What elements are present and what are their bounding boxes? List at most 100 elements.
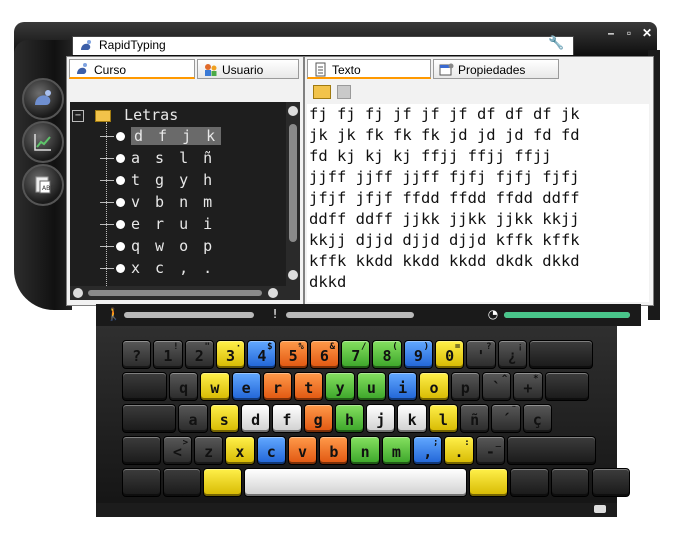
tab-propiedades[interactable]: Propiedades: [433, 59, 559, 79]
key-<[interactable]: > <: [162, 436, 192, 465]
key-blank[interactable]: [162, 468, 202, 497]
key-8[interactable]: (8: [372, 340, 402, 369]
key-3[interactable]: · 3: [215, 340, 246, 369]
key-w[interactable]: w: [200, 372, 230, 401]
scroll-up-arrow-icon[interactable]: [288, 106, 298, 116]
key-h[interactable]: h: [334, 404, 365, 433]
help-button[interactable]: ?: [525, 34, 534, 50]
scroll-left-arrow-icon[interactable]: [73, 288, 83, 298]
open-folder-icon[interactable]: [313, 85, 331, 99]
key-1[interactable]: ! 1: [153, 340, 183, 369]
tree-collapse-toggle[interactable]: −: [72, 109, 84, 122]
key-n[interactable]: n: [350, 436, 380, 465]
key-2[interactable]: " 2: [184, 340, 214, 369]
key-j[interactable]: j: [366, 404, 396, 433]
key-v[interactable]: v: [287, 436, 318, 465]
key-u[interactable]: u: [356, 372, 387, 401]
key-k[interactable]: k: [397, 404, 427, 433]
key-7[interactable]: /7: [341, 340, 371, 369]
key-ç[interactable]: ç: [522, 404, 552, 433]
key-'[interactable]: ? ': [466, 340, 496, 369]
key-blank[interactable]: [506, 436, 596, 465]
key-0[interactable]: = 0: [435, 340, 465, 369]
key-x[interactable]: x: [225, 436, 255, 465]
scroll-down-arrow-icon[interactable]: [288, 270, 298, 280]
maximize-button[interactable]: ▫: [623, 26, 635, 40]
tree-branch-line: [100, 223, 114, 225]
key-´[interactable]: ¨ ´: [491, 404, 521, 433]
key-o[interactable]: o: [419, 372, 449, 401]
wrench-icon[interactable]: 🔧: [548, 36, 564, 51]
key-6[interactable]: & 6: [309, 340, 340, 369]
save-disk-icon[interactable]: [337, 85, 351, 99]
key-c[interactable]: c: [256, 436, 286, 465]
key-l[interactable]: l: [428, 404, 459, 433]
minimize-button[interactable]: –: [605, 26, 617, 40]
key-blank[interactable]: [122, 372, 167, 401]
key-label: 1: [163, 347, 173, 365]
key-blank[interactable]: [469, 468, 509, 497]
key-r[interactable]: r: [262, 372, 293, 401]
key--[interactable]: _ -: [475, 436, 505, 465]
key-blank[interactable]: [591, 468, 631, 497]
key-5[interactable]: % 5: [278, 340, 308, 369]
key-s[interactable]: s: [209, 404, 239, 433]
tree-item-lesson[interactable]: a s l ñ: [100, 148, 215, 168]
key-d[interactable]: d: [240, 404, 271, 433]
key-blank[interactable]: [550, 468, 590, 497]
tree-horizontal-scrollbar[interactable]: [70, 286, 300, 300]
tab-usuario[interactable]: Usuario: [197, 59, 299, 79]
key-blank[interactable]: [203, 468, 243, 497]
key-q[interactable]: q: [168, 372, 199, 401]
key-?[interactable]: ?: [122, 340, 152, 369]
tab-curso[interactable]: Curso: [69, 59, 195, 79]
key-p[interactable]: p: [450, 372, 480, 401]
scroll-right-arrow-icon[interactable]: [268, 288, 278, 298]
key-+[interactable]: * +: [513, 372, 543, 401]
key-`[interactable]: ^ `: [481, 372, 512, 401]
lesson-editor-button[interactable]: ABC: [22, 164, 64, 206]
key-blank[interactable]: [122, 404, 177, 433]
key-g[interactable]: g: [303, 404, 333, 433]
key-e[interactable]: e: [231, 372, 261, 401]
key-b[interactable]: b: [319, 436, 349, 465]
key-blank[interactable]: [244, 468, 468, 497]
scroll-h-thumb[interactable]: [88, 290, 262, 296]
key-blank[interactable]: [122, 436, 161, 465]
typing-mode-button[interactable]: [22, 78, 64, 120]
tree-item-lesson[interactable]: q w o p: [100, 236, 215, 256]
key-z[interactable]: z: [193, 436, 224, 465]
key-a[interactable]: a: [178, 404, 208, 433]
key-4[interactable]: $4: [247, 340, 277, 369]
tab-texto[interactable]: Texto: [307, 59, 431, 79]
key-t[interactable]: t: [294, 372, 324, 401]
tree-item-lesson[interactable]: t g y h: [100, 170, 215, 190]
key-y[interactable]: y: [325, 372, 355, 401]
tree-item-label: a s l ñ: [131, 149, 216, 167]
keyboard-expand-icon[interactable]: [594, 505, 606, 513]
key-ñ[interactable]: ñ: [460, 404, 490, 433]
scroll-thumb[interactable]: [289, 124, 297, 242]
key-,[interactable]: ;,: [413, 436, 443, 465]
tree-item-lesson[interactable]: x c , .: [100, 258, 215, 278]
key-9[interactable]: ) 9: [403, 340, 433, 369]
close-button[interactable]: ✕: [641, 26, 653, 40]
key-i[interactable]: i: [388, 372, 418, 401]
key-blank[interactable]: [544, 372, 590, 401]
key-¿[interactable]: ¡ ¿: [497, 340, 527, 369]
tree-root[interactable]: − Letras: [72, 106, 178, 124]
key-.[interactable]: :.: [444, 436, 474, 465]
key-label: `: [492, 379, 502, 397]
tree-item-lesson[interactable]: d f j k: [100, 126, 222, 146]
tree-item-lesson[interactable]: e r u i: [100, 214, 215, 234]
key-f[interactable]: f: [272, 404, 302, 433]
statistics-button[interactable]: [22, 121, 64, 163]
key-blank[interactable]: [510, 468, 549, 497]
key-m[interactable]: m: [381, 436, 412, 465]
tree-item-lesson[interactable]: v b n m: [100, 192, 215, 212]
walking-speed-icon: 🚶: [106, 307, 121, 321]
key-blank[interactable]: [122, 468, 161, 497]
practice-text-area[interactable]: fj fj fj jf jf jf df df df jk jk jk fk f…: [307, 104, 649, 302]
tree-vertical-scrollbar[interactable]: [286, 102, 300, 286]
key-blank[interactable]: [528, 340, 593, 369]
